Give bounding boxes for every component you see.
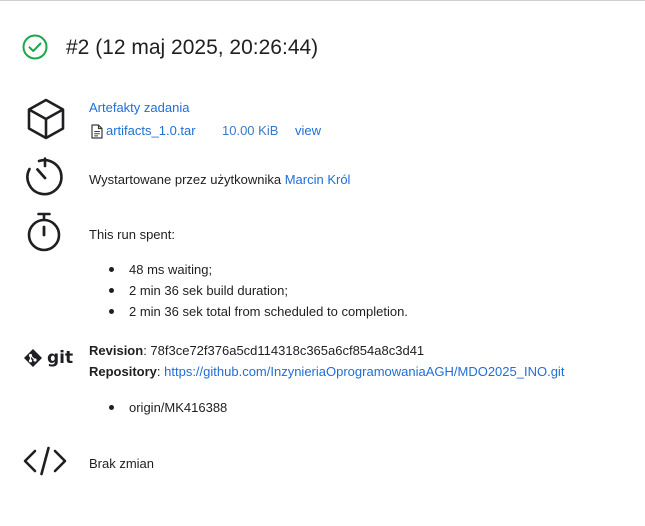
revision-value: 78f3ce72f376a5cd114318c365a6cf854a8c3d41 <box>150 343 425 358</box>
artifact-file-size: 10.00 KiB <box>222 123 279 138</box>
package-icon <box>24 97 68 141</box>
git-repository: Repository: https://github.com/Inzynieri… <box>89 363 564 381</box>
list-item: origin/MK416388 <box>103 399 227 420</box>
repository-label: Repository <box>89 364 157 379</box>
top-border <box>0 0 645 1</box>
timing-heading: This run spent: <box>89 227 175 242</box>
changes-text: Brak zmian <box>89 456 155 471</box>
check-circle-icon <box>22 34 48 60</box>
success-status-icon <box>22 34 48 60</box>
revision-label: Revision <box>89 343 144 358</box>
git-logo-text: git <box>47 348 74 368</box>
repository-link[interactable]: https://github.com/InzynieriaOprogramowa… <box>164 364 564 379</box>
timing-list: 48 ms waiting; 2 min 36 sek build durati… <box>103 261 408 324</box>
artifact-view-link[interactable]: view <box>295 122 321 140</box>
artifact-file-link[interactable]: artifacts_1.0.tar <box>106 122 196 140</box>
branch-list: origin/MK416388 <box>103 399 227 420</box>
page-title: #2 (12 maj 2025, 20:26:44) <box>66 36 319 59</box>
stopwatch-icon <box>24 211 64 253</box>
file-icon <box>91 124 103 139</box>
artifacts-heading-link[interactable]: Artefakty zadania <box>89 99 189 117</box>
started-by-text: Wystartowane przez użytkownika Marcin Kr… <box>89 171 350 189</box>
list-item: 48 ms waiting; <box>103 261 408 282</box>
list-item: 2 min 36 sek build duration; <box>103 282 408 303</box>
git-revision: Revision: 78f3ce72f376a5cd114318c365a6cf… <box>89 342 424 360</box>
git-logo: git <box>23 348 73 368</box>
code-icon <box>22 446 68 476</box>
list-item: 2 min 36 sek total from scheduled to com… <box>103 303 408 324</box>
user-link[interactable]: Marcin Król <box>285 172 351 187</box>
timer-icon <box>23 155 67 199</box>
started-by-label: Wystartowane przez użytkownika <box>89 172 282 187</box>
git-icon <box>24 349 42 367</box>
